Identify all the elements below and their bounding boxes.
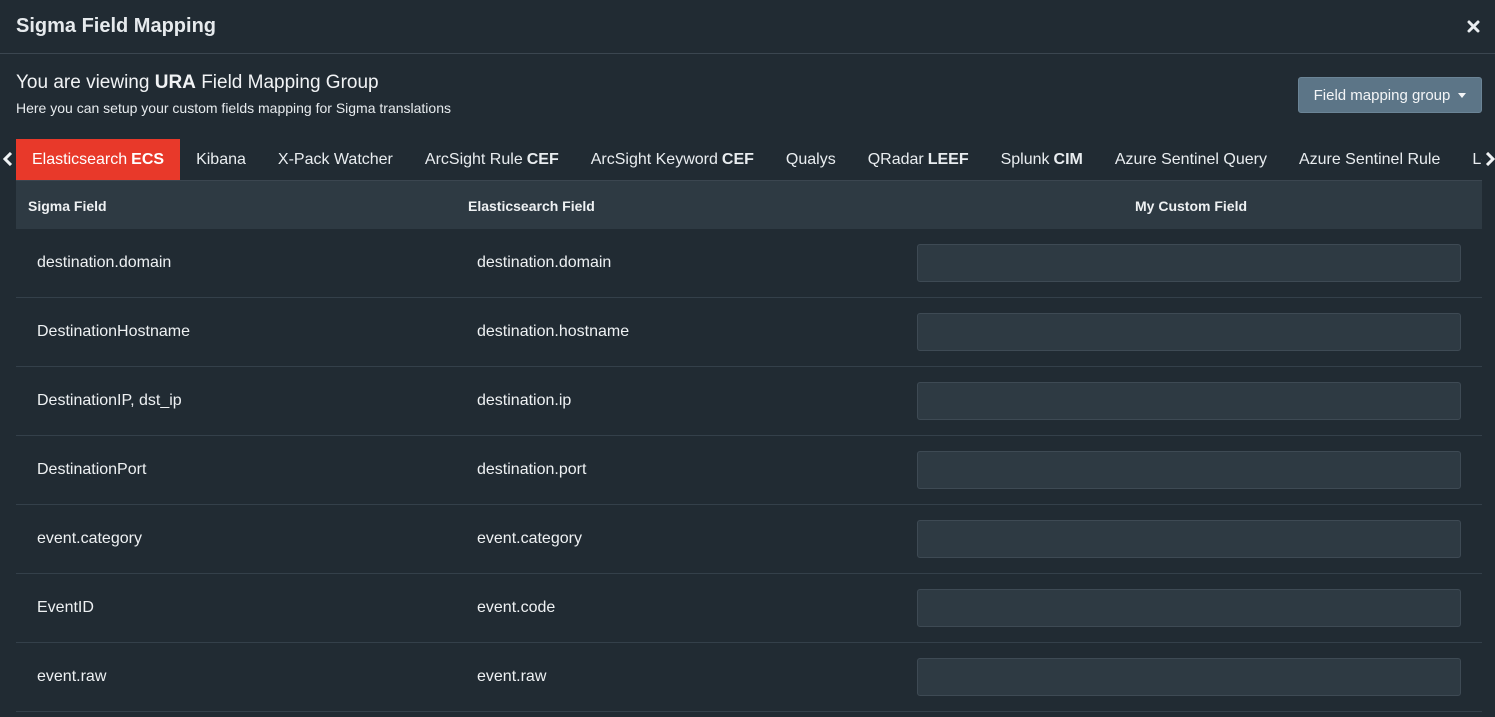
- tab-qualys[interactable]: Qualys: [770, 139, 852, 180]
- tab-label-format: ECS: [131, 150, 165, 168]
- custom-field-input[interactable]: [917, 382, 1461, 420]
- table-row: event.raw event.raw: [16, 643, 1482, 712]
- tab-label: ArcSight Keyword: [590, 150, 718, 168]
- modal-header: Sigma Field Mapping: [0, 0, 1495, 54]
- tab-arcsight-rule[interactable]: ArcSight Rule CEF: [409, 139, 575, 180]
- table-row: EventID event.code: [16, 574, 1482, 643]
- elasticsearch-field-cell: event.category: [477, 530, 582, 547]
- translation-tabs: Elasticsearch ECS Kibana X-Pack Watcher ArcS…: [16, 139, 1482, 181]
- tab-kibana[interactable]: Kibana: [180, 139, 262, 180]
- custom-field-input[interactable]: [917, 244, 1461, 282]
- tab-label: QRadar: [867, 150, 924, 168]
- sigma-field-cell: DestinationPort: [37, 461, 147, 478]
- column-header-sigma-field: Sigma Field: [28, 198, 107, 214]
- sigma-field-mapping-modal: Sigma Field Mapping You are viewing URA …: [0, 0, 1495, 717]
- tab-label: X-Pack Watcher: [277, 150, 393, 168]
- tab-label: Elasticsearch: [32, 150, 128, 168]
- intro-heading: You are viewing URA Field Mapping Group: [16, 72, 379, 94]
- tab-x-pack-watcher[interactable]: X-Pack Watcher: [262, 139, 409, 180]
- tab-label-format: LEEF: [927, 150, 969, 168]
- group-name: URA: [154, 72, 196, 93]
- tab-label: Logpoint: [1472, 150, 1482, 168]
- field-mapping-group-dropdown[interactable]: Field mapping group: [1298, 77, 1482, 113]
- sigma-field-cell: EventID: [37, 599, 94, 616]
- table-row: DestinationPort destination.port: [16, 436, 1482, 505]
- tabs-scroll-left-button[interactable]: [1, 148, 15, 170]
- table-row: destination.domain destination.domain: [16, 229, 1482, 298]
- tab-azure-sentinel-rule[interactable]: Azure Sentinel Rule: [1283, 139, 1456, 180]
- sigma-field-cell: DestinationHostname: [37, 323, 190, 340]
- table-row: DestinationHostname destination.hostname: [16, 298, 1482, 367]
- sigma-field-cell: DestinationIP, dst_ip: [37, 392, 182, 409]
- tab-splunk[interactable]: Splunk CIM: [985, 139, 1099, 180]
- tab-label-format: CEF: [721, 150, 754, 168]
- column-header-my-custom-field: My Custom Field: [1135, 198, 1248, 214]
- tab-label: Splunk: [1000, 150, 1050, 168]
- tab-qradar[interactable]: QRadar LEEF: [852, 139, 985, 180]
- elasticsearch-field-cell: event.code: [477, 599, 556, 616]
- chevron-right-icon: [1485, 152, 1495, 166]
- custom-field-input[interactable]: [917, 589, 1461, 627]
- chevron-left-icon: [3, 152, 13, 166]
- elasticsearch-field-cell: destination.hostname: [477, 323, 630, 340]
- custom-field-input[interactable]: [917, 313, 1461, 351]
- elasticsearch-field-cell: destination.ip: [477, 392, 572, 409]
- tab-label: Qualys: [785, 150, 836, 168]
- tab-label-format: CIM: [1053, 150, 1083, 168]
- tabs-strip: Elasticsearch ECS Kibana X-Pack Watcher ArcS…: [16, 139, 1482, 180]
- intro-prefix: You are viewing: [16, 72, 150, 93]
- custom-field-input[interactable]: [917, 520, 1461, 558]
- close-icon: [1467, 20, 1479, 32]
- elasticsearch-field-cell: destination.domain: [477, 254, 612, 271]
- mapping-table-body: destination.domain destination.domain Dest…: [16, 229, 1482, 712]
- tab-logpoint[interactable]: Logpoint: [1456, 139, 1482, 180]
- field-mapping-group-label: Field mapping group: [1313, 86, 1451, 104]
- tabs-scroll-right-button[interactable]: [1483, 148, 1495, 170]
- tab-label: Azure Sentinel Rule: [1298, 150, 1441, 168]
- close-button[interactable]: [1461, 12, 1485, 40]
- tab-elasticsearch[interactable]: Elasticsearch ECS: [16, 139, 181, 180]
- sigma-field-cell: event.raw: [37, 668, 107, 685]
- sigma-field-cell: event.category: [37, 530, 142, 547]
- tab-azure-sentinel-query[interactable]: Azure Sentinel Query: [1099, 139, 1283, 180]
- modal-title: Sigma Field Mapping: [16, 15, 217, 37]
- tab-label: Azure Sentinel Query: [1114, 150, 1267, 168]
- custom-field-input[interactable]: [917, 451, 1461, 489]
- tab-label: ArcSight Rule: [424, 150, 523, 168]
- elasticsearch-field-cell: event.raw: [477, 668, 547, 685]
- tab-label-format: CEF: [526, 150, 559, 168]
- table-row: event.category event.category: [16, 505, 1482, 574]
- table-header: Sigma Field Elasticsearch Field My Custo…: [16, 181, 1482, 229]
- caret-down-icon: [1458, 92, 1467, 98]
- sigma-field-cell: destination.domain: [37, 254, 172, 271]
- column-header-elasticsearch-field: Elasticsearch Field: [468, 198, 595, 214]
- elasticsearch-field-cell: destination.port: [477, 461, 587, 478]
- table-row: DestinationIP, dst_ip destination.ip: [16, 367, 1482, 436]
- intro-subtitle: Here you can setup your custom fields ma…: [16, 100, 451, 116]
- tab-arcsight-keyword[interactable]: ArcSight Keyword CEF: [575, 139, 770, 180]
- intro-suffix: Field Mapping Group: [201, 72, 379, 93]
- tab-label: Kibana: [196, 150, 246, 168]
- custom-field-input[interactable]: [917, 658, 1461, 696]
